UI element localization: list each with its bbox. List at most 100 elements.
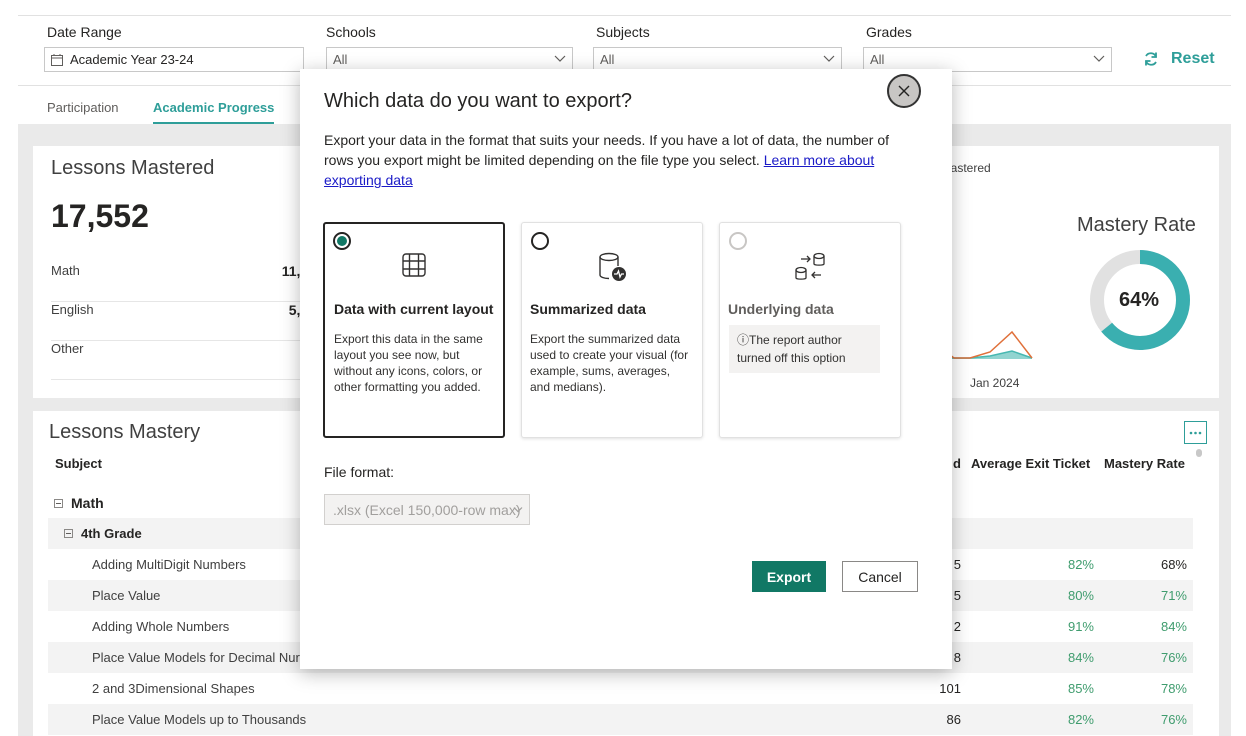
option-description: Export this data in the same layout you … bbox=[334, 332, 483, 394]
more-options-button[interactable] bbox=[1184, 421, 1207, 444]
option-underlying: Underlying data ⓘThe report author turne… bbox=[719, 222, 901, 438]
lessons-mastered-title: Lessons Mastered bbox=[51, 157, 215, 179]
chevron-down-icon bbox=[823, 55, 835, 62]
date-range-field[interactable]: Academic Year 23-24 bbox=[44, 47, 304, 72]
refresh-icon bbox=[1145, 52, 1157, 66]
database-transfer-icon bbox=[795, 252, 825, 280]
subject-cell: Adding MultiDigit Numbers bbox=[92, 557, 246, 572]
chevron-down-icon bbox=[513, 507, 523, 513]
close-button[interactable] bbox=[887, 74, 921, 108]
database-activity-icon bbox=[599, 252, 626, 281]
column-header-partial[interactable]: d bbox=[953, 456, 961, 471]
group-cell: Math bbox=[54, 495, 104, 511]
table-grid-icon bbox=[402, 253, 426, 277]
calendar-icon bbox=[51, 53, 63, 66]
lessons-mastery-title: Lessons Mastery bbox=[49, 421, 201, 443]
vertical-scrollbar[interactable] bbox=[1196, 449, 1202, 457]
subject-cell: Adding Whole Numbers bbox=[92, 619, 230, 634]
collapse-icon[interactable] bbox=[64, 529, 73, 539]
info-text: The report author turned off this option bbox=[737, 333, 846, 365]
subjects-value: All bbox=[600, 52, 615, 67]
dialog-title: Which data do you want to export? bbox=[324, 90, 632, 112]
option-disabled-info: ⓘThe report author turned off this optio… bbox=[729, 325, 880, 373]
chevron-down-icon bbox=[1093, 55, 1105, 62]
info-icon: ⓘ bbox=[737, 333, 750, 347]
subject-cell: Place Value Models up to Thousands bbox=[92, 712, 307, 727]
stat-label: English bbox=[51, 302, 94, 317]
group-label: Math bbox=[71, 495, 104, 511]
subgroup-label: 4th Grade bbox=[81, 526, 142, 541]
subject-cell: Place Value Models for Decimal Nur bbox=[92, 650, 300, 665]
reset-label: Reset bbox=[1171, 50, 1215, 67]
partial-cell: 5 bbox=[953, 588, 961, 603]
mastery-rate-title: Mastery Rate bbox=[1077, 214, 1196, 236]
column-header-mastery-rate[interactable]: Mastery Rate bbox=[1104, 456, 1185, 471]
mastery-rate-cell: 76% bbox=[1160, 712, 1187, 727]
mastery-rate-cell: 76% bbox=[1160, 650, 1187, 665]
stat-label: Other bbox=[51, 341, 84, 356]
tab-academic-progress[interactable]: Academic Progress bbox=[153, 100, 275, 124]
table-row[interactable]: Place Value Models up to Thousands 86 82% 7… bbox=[48, 704, 1193, 735]
avg-exit-ticket-cell: 82% bbox=[1067, 712, 1094, 727]
column-header-subject[interactable]: Subject bbox=[55, 456, 102, 471]
stat-row-math: Math 11,78 bbox=[51, 263, 316, 302]
option-title: Summarized data bbox=[530, 301, 646, 317]
partial-cell: 5 bbox=[953, 557, 961, 572]
partial-cell: 2 bbox=[953, 619, 961, 634]
table-row[interactable]: 2 and 3Dimensional Shapes 101 85% 78% bbox=[48, 673, 1193, 704]
avg-exit-ticket-cell: 82% bbox=[1067, 557, 1094, 572]
subjects-label: Subjects bbox=[596, 24, 650, 40]
schools-label: Schools bbox=[326, 24, 376, 40]
stat-row-other: Other bbox=[51, 341, 316, 380]
dialog-description: Export your data in the format that suit… bbox=[324, 130, 904, 190]
grades-label: Grades bbox=[866, 24, 912, 40]
chevron-down-icon bbox=[554, 55, 566, 62]
option-summarized[interactable]: Summarized data Export the summarized da… bbox=[521, 222, 703, 438]
mastery-rate-cell: 78% bbox=[1160, 681, 1187, 696]
partial-cell: 101 bbox=[939, 681, 961, 696]
reset-button[interactable]: Reset bbox=[1143, 50, 1215, 68]
radio-underlying bbox=[729, 232, 747, 250]
x-axis-tick: Jan 2024 bbox=[970, 376, 1020, 390]
partial-cell: 8 bbox=[953, 650, 961, 665]
avg-exit-ticket-cell: 85% bbox=[1067, 681, 1094, 696]
subgroup-cell: 4th Grade bbox=[64, 526, 142, 541]
subject-cell: 2 and 3Dimensional Shapes bbox=[92, 681, 255, 696]
option-title: Underlying data bbox=[728, 301, 834, 317]
subject-cell: Place Value bbox=[92, 588, 161, 603]
schools-value: All bbox=[333, 52, 348, 67]
trend-chart-title: lastered bbox=[948, 161, 991, 175]
option-title: Data with current layout bbox=[334, 301, 494, 317]
close-icon bbox=[898, 85, 910, 97]
partial-cell: 86 bbox=[946, 712, 961, 727]
stat-label: Math bbox=[51, 263, 80, 278]
option-current-layout[interactable]: Data with current layout Export this dat… bbox=[323, 222, 505, 438]
mastery-rate-cell: 68% bbox=[1160, 557, 1187, 572]
mastery-rate-cell: 71% bbox=[1160, 588, 1187, 603]
date-range-label: Date Range bbox=[47, 24, 122, 40]
date-range-value: Academic Year 23-24 bbox=[70, 52, 194, 67]
ellipsis-icon bbox=[1189, 431, 1202, 434]
lessons-mastered-total: 17,552 bbox=[51, 198, 149, 234]
export-button[interactable]: Export bbox=[752, 561, 826, 592]
stat-row-english: English 5,76 bbox=[51, 302, 316, 341]
file-format-dropdown: .xlsx (Excel 150,000-row max) bbox=[324, 494, 530, 525]
column-header-avg-exit-ticket[interactable]: Average Exit Ticket bbox=[971, 456, 1090, 471]
cancel-button[interactable]: Cancel bbox=[842, 561, 918, 592]
radio-summarized[interactable] bbox=[531, 232, 549, 250]
avg-exit-ticket-cell: 80% bbox=[1067, 588, 1094, 603]
radio-current-layout[interactable] bbox=[333, 232, 351, 250]
export-dialog: Which data do you want to export? Export… bbox=[300, 69, 952, 669]
file-format-value: .xlsx (Excel 150,000-row max) bbox=[333, 502, 521, 518]
collapse-icon[interactable] bbox=[54, 498, 63, 508]
avg-exit-ticket-cell: 84% bbox=[1067, 650, 1094, 665]
mastery-rate-cell: 84% bbox=[1160, 619, 1187, 634]
top-divider bbox=[18, 15, 1231, 16]
grades-value: All bbox=[870, 52, 885, 67]
mastery-rate-value: 64% bbox=[1119, 289, 1160, 311]
avg-exit-ticket-cell: 91% bbox=[1067, 619, 1094, 634]
file-format-label: File format: bbox=[324, 464, 395, 480]
option-description: Export the summarized data used to creat… bbox=[530, 332, 689, 394]
trend-chart bbox=[949, 330, 1033, 359]
tab-participation[interactable]: Participation bbox=[47, 100, 119, 122]
